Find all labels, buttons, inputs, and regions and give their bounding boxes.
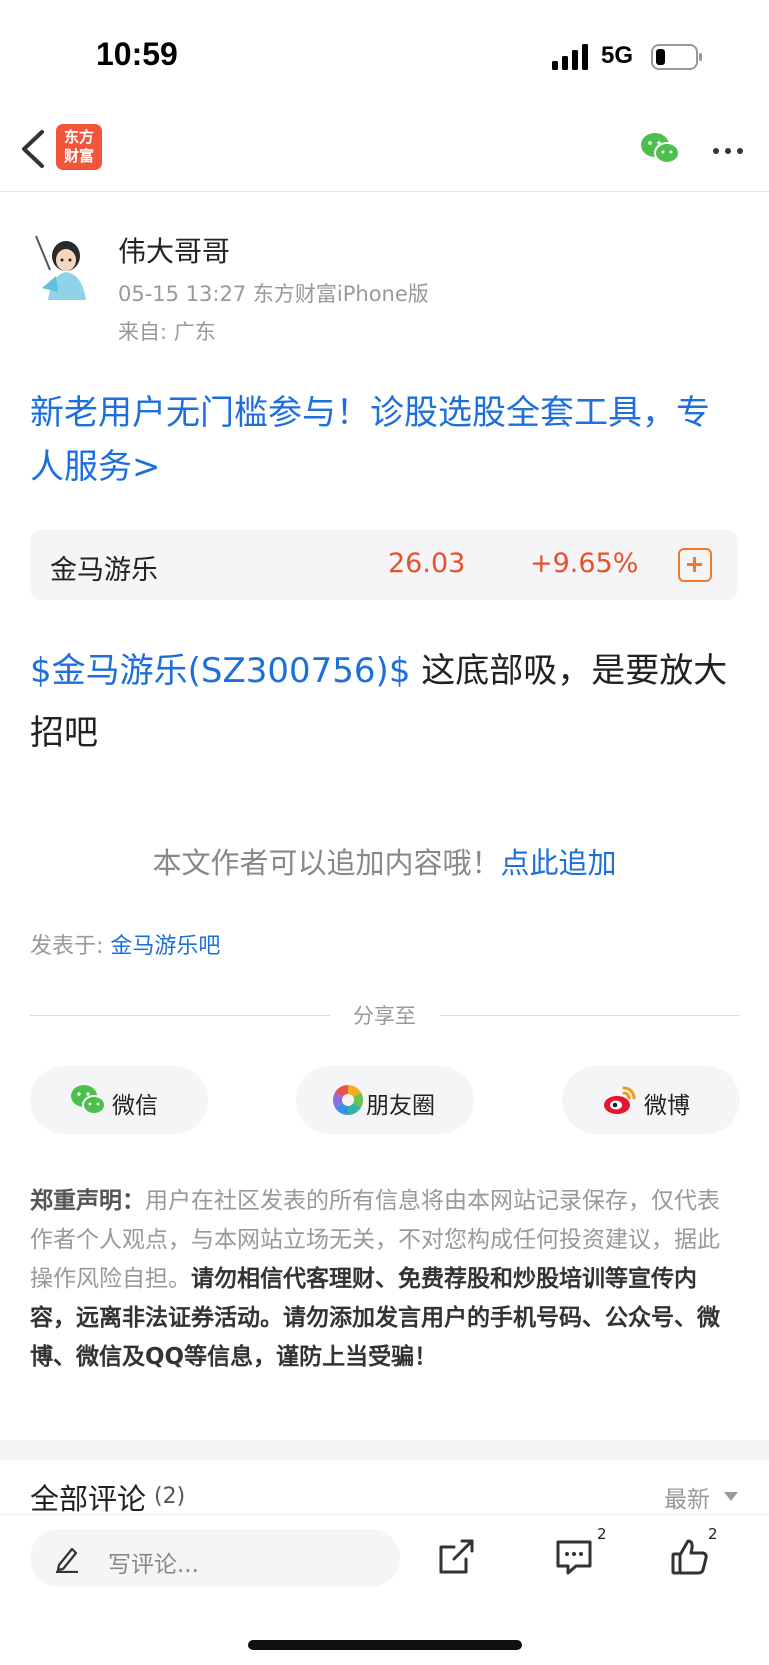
weibo-icon <box>604 1086 636 1114</box>
comments-count: (2) <box>154 1484 186 1509</box>
more-icon[interactable] <box>708 136 748 166</box>
back-icon[interactable] <box>14 126 54 172</box>
share-moments-label: 朋友圈 <box>366 1093 435 1119</box>
stock-price: 26.03 <box>388 548 466 579</box>
wechat-icon[interactable] <box>640 132 680 166</box>
stock-card[interactable]: 金马游乐 26.03 +9.65% <box>30 530 738 600</box>
author-location: 来自: 广东 <box>118 320 216 344</box>
app-logo: 东方 财富 <box>56 124 102 170</box>
post-meta: 05-15 13:27 东方财富iPhone版 <box>118 282 429 306</box>
share-title: 分享至 <box>353 1004 416 1028</box>
status-time: 10:59 <box>96 36 178 72</box>
nav-bar: 东方 财富 <box>0 110 769 192</box>
comment-badge: 2 <box>597 1525 607 1543</box>
share-moments-button[interactable]: 朋友圈 <box>296 1066 474 1134</box>
comment-placeholder: 写评论... <box>108 1552 199 1578</box>
append-prompt: 本文作者可以追加内容哦！点此追加 <box>0 840 769 882</box>
append-text: 本文作者可以追加内容哦！ <box>152 846 501 880</box>
home-indicator <box>248 1640 522 1650</box>
add-watchlist-icon[interactable] <box>678 548 712 582</box>
status-bar: 10:59 5G <box>0 0 769 110</box>
signal-icon <box>552 44 588 70</box>
promo-link[interactable]: 新老用户无门槛参与！诊股选股全套工具，专人服务> <box>30 386 742 494</box>
append-link[interactable]: 点此追加 <box>501 846 617 880</box>
like-icon[interactable] <box>670 1537 710 1577</box>
comments-title: 全部评论 <box>30 1482 147 1516</box>
post-body: $金马游乐(SZ300756)$ 这底部吸，是要放大招吧 <box>30 640 742 764</box>
wechat-icon <box>71 1085 106 1115</box>
share-icon[interactable] <box>436 1537 476 1577</box>
battery-icon <box>651 44 702 70</box>
share-wechat-button[interactable]: 微信 <box>30 1066 208 1134</box>
author-name[interactable]: 伟大哥哥 <box>118 230 230 270</box>
comment-icon[interactable] <box>554 1537 594 1577</box>
disclaimer-label: 郑重声明： <box>30 1188 145 1214</box>
posted-in-label: 发表于: <box>30 934 111 959</box>
like-badge: 2 <box>708 1525 718 1543</box>
avatar[interactable] <box>28 230 100 302</box>
logo-line1: 东方 <box>63 128 94 146</box>
pen-icon <box>56 1547 78 1573</box>
disclaimer: 郑重声明：用户在社区发表的所有信息将由本网站记录保存，仅代表作者个人观点，与本网… <box>30 1182 742 1377</box>
stock-tag-link[interactable]: $金马游乐(SZ300756)$ <box>30 651 410 691</box>
caret-down-icon[interactable] <box>724 1492 738 1501</box>
posted-in: 发表于: 金马游乐吧 <box>30 928 220 960</box>
sort-dropdown[interactable]: 最新 <box>664 1480 710 1514</box>
stock-name: 金马游乐 <box>50 555 158 586</box>
moments-icon <box>332 1085 364 1115</box>
share-weibo-label: 微博 <box>644 1093 690 1119</box>
bar-link[interactable]: 金马游乐吧 <box>110 934 220 959</box>
stock-change: +9.65% <box>530 548 639 579</box>
section-divider <box>0 1440 769 1460</box>
comment-input[interactable]: 写评论... <box>30 1529 400 1587</box>
share-wechat-label: 微信 <box>112 1093 158 1119</box>
logo-line2: 财富 <box>63 147 94 165</box>
network-label: 5G <box>601 42 634 69</box>
share-weibo-button[interactable]: 微博 <box>562 1066 740 1134</box>
